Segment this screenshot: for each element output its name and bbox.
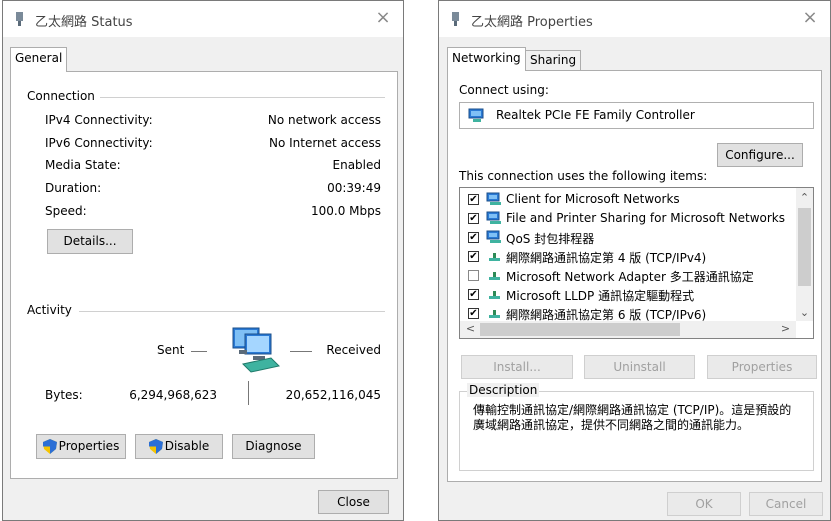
- protocol-icon: [489, 272, 500, 280]
- scroll-left-icon[interactable]: <: [462, 322, 479, 335]
- adapter-name: Realtek PCIe FE Family Controller: [496, 108, 695, 122]
- network-activity-icon: [232, 327, 281, 373]
- network-client-icon: [486, 192, 501, 205]
- item-label: Client for Microsoft Networks: [506, 192, 680, 206]
- media-state-label: Media State:: [45, 158, 121, 172]
- network-client-icon: [486, 230, 501, 243]
- duration-value: 00:39:49: [327, 181, 381, 195]
- item-checkbox[interactable]: [468, 194, 479, 205]
- item-properties-button[interactable]: Properties: [707, 355, 817, 379]
- tab-networking[interactable]: Networking: [447, 47, 526, 71]
- duration-label: Duration:: [45, 181, 102, 195]
- bytes-divider: [248, 381, 249, 405]
- activity-header: Activity: [27, 303, 72, 317]
- ipv4-label: IPv4 Connectivity:: [45, 113, 153, 127]
- cancel-button[interactable]: Cancel: [749, 492, 823, 516]
- close-icon[interactable]: ×: [373, 7, 393, 29]
- status-window: 乙太網路 Status × General Connection IPv4 Co…: [2, 0, 404, 521]
- item-label: 網際網路通訊協定第 4 版 (TCP/IPv4): [506, 251, 707, 265]
- sent-line: [191, 351, 207, 352]
- disable-button[interactable]: Disable: [135, 434, 223, 459]
- connection-divider: [100, 97, 385, 98]
- speed-label: Speed:: [45, 204, 87, 218]
- description-text: 傳輸控制通訊協定/網際網路通訊協定 (TCP/IP)。這是預設的廣域網路通訊協定…: [473, 403, 792, 432]
- configure-button[interactable]: Configure...: [717, 143, 803, 167]
- item-checkbox[interactable]: [468, 289, 479, 300]
- window-title: 乙太網路 Properties: [471, 15, 593, 30]
- received-label: Received: [326, 343, 381, 357]
- general-panel: [10, 71, 398, 479]
- speed-value: 100.0 Mbps: [310, 204, 381, 218]
- sent-label: Sent: [157, 343, 185, 357]
- protocol-icon: [489, 310, 500, 318]
- bytes-sent-value: 6,294,968,623: [129, 388, 217, 402]
- tab-general[interactable]: General: [10, 47, 68, 72]
- properties-window: 乙太網路 Properties × Networking Sharing Con…: [438, 0, 831, 521]
- uac-shield-icon: [148, 439, 163, 454]
- hscroll-thumb[interactable]: [480, 323, 680, 336]
- uac-shield-icon: [42, 439, 57, 454]
- item-label: QoS 封包排程器: [506, 232, 595, 246]
- network-adapter-icon: [452, 12, 459, 26]
- details-button[interactable]: Details...: [47, 229, 133, 254]
- diagnose-button[interactable]: Diagnose: [232, 434, 315, 459]
- bytes-received-value: 20,652,116,045: [285, 388, 381, 402]
- protocol-icon: [489, 291, 500, 299]
- items-label: This connection uses the following items…: [459, 169, 708, 183]
- adapter-box: Realtek PCIe FE Family Controller: [459, 102, 814, 129]
- bytes-label: Bytes:: [45, 388, 83, 402]
- item-checkbox[interactable]: [468, 232, 479, 243]
- disable-label: Disable: [164, 439, 210, 453]
- tab-sharing[interactable]: Sharing: [525, 50, 582, 71]
- items-list[interactable]: Client for Microsoft Networks File and Pr…: [459, 187, 814, 339]
- received-line: [290, 351, 312, 352]
- vertical-scrollbar[interactable]: ⌃ ⌄: [796, 188, 813, 321]
- scroll-thumb[interactable]: [798, 208, 811, 286]
- network-adapter-card-icon: [468, 108, 484, 122]
- activity-divider: [79, 311, 385, 312]
- item-label: File and Printer Sharing for Microsoft N…: [506, 211, 785, 225]
- item-label: Microsoft Network Adapter 多工器通訊協定: [506, 270, 754, 284]
- protocol-icon: [489, 253, 500, 261]
- connection-header: Connection: [27, 89, 95, 103]
- item-checkbox[interactable]: [468, 251, 479, 262]
- install-button[interactable]: Install...: [461, 355, 573, 379]
- ipv6-label: IPv6 Connectivity:: [45, 136, 153, 150]
- ipv4-value: No network access: [267, 113, 381, 127]
- ipv6-value: No Internet access: [268, 136, 381, 150]
- item-checkbox[interactable]: [468, 213, 479, 224]
- close-icon[interactable]: ×: [800, 7, 820, 29]
- item-checkbox[interactable]: [468, 270, 479, 281]
- status-properties-label: Properties: [58, 439, 120, 453]
- connect-using-label: Connect using:: [459, 83, 549, 97]
- properties-titlebar[interactable]: 乙太網路 Properties ×: [439, 1, 830, 37]
- scroll-down-icon[interactable]: ⌄: [796, 306, 813, 319]
- ok-button[interactable]: OK: [667, 492, 741, 516]
- network-client-icon: [486, 211, 501, 224]
- item-label: Microsoft LLDP 通訊協定驅動程式: [506, 289, 695, 303]
- close-button[interactable]: Close: [318, 490, 389, 514]
- description-title: Description: [467, 383, 540, 397]
- scroll-up-icon[interactable]: ⌃: [796, 191, 813, 204]
- scroll-right-icon[interactable]: >: [777, 322, 794, 335]
- status-titlebar[interactable]: 乙太網路 Status ×: [3, 1, 403, 37]
- network-adapter-icon: [16, 12, 23, 26]
- status-properties-button[interactable]: Properties: [36, 434, 126, 459]
- horizontal-scrollbar[interactable]: < >: [460, 321, 796, 338]
- window-title: 乙太網路 Status: [35, 15, 133, 30]
- item-checkbox[interactable]: [468, 308, 479, 319]
- media-state-value: Enabled: [332, 158, 382, 172]
- uninstall-button[interactable]: Uninstall: [584, 355, 695, 379]
